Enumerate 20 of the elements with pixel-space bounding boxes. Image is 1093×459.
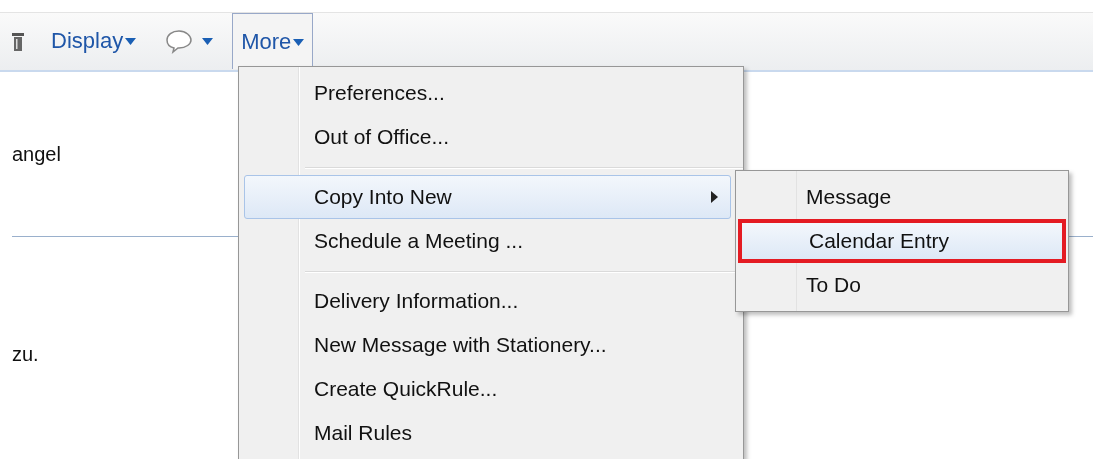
menu-item[interactable]: Calendar Entry	[738, 219, 1066, 263]
menu-item[interactable]: To Do	[738, 263, 1066, 307]
menu-item[interactable]: Out of Office...	[244, 115, 731, 159]
caret-icon	[293, 39, 305, 46]
submenu-arrow-icon	[711, 191, 718, 203]
speech-bubble-icon	[164, 27, 195, 54]
caret-icon	[125, 38, 137, 45]
message-text: zu.	[12, 343, 39, 365]
menu-item[interactable]: Schedule a Meeting ...	[244, 219, 731, 263]
caret-icon	[202, 38, 214, 45]
menu-item[interactable]: Mail Rules	[244, 411, 731, 455]
menu-item[interactable]: New Message with Stationery...	[244, 323, 731, 367]
menu-item[interactable]: Copy Into New	[244, 175, 731, 219]
menu-item[interactable]: Message	[738, 175, 1066, 219]
more-menu-button[interactable]: More	[232, 13, 314, 69]
message-text: angel	[12, 142, 61, 166]
menu-item[interactable]: Delivery Information...	[244, 279, 731, 323]
menu-item[interactable]: Preferences...	[244, 71, 731, 115]
menu-item[interactable]: Create QuickRule...	[244, 367, 731, 411]
display-button[interactable]: Display	[42, 13, 146, 68]
